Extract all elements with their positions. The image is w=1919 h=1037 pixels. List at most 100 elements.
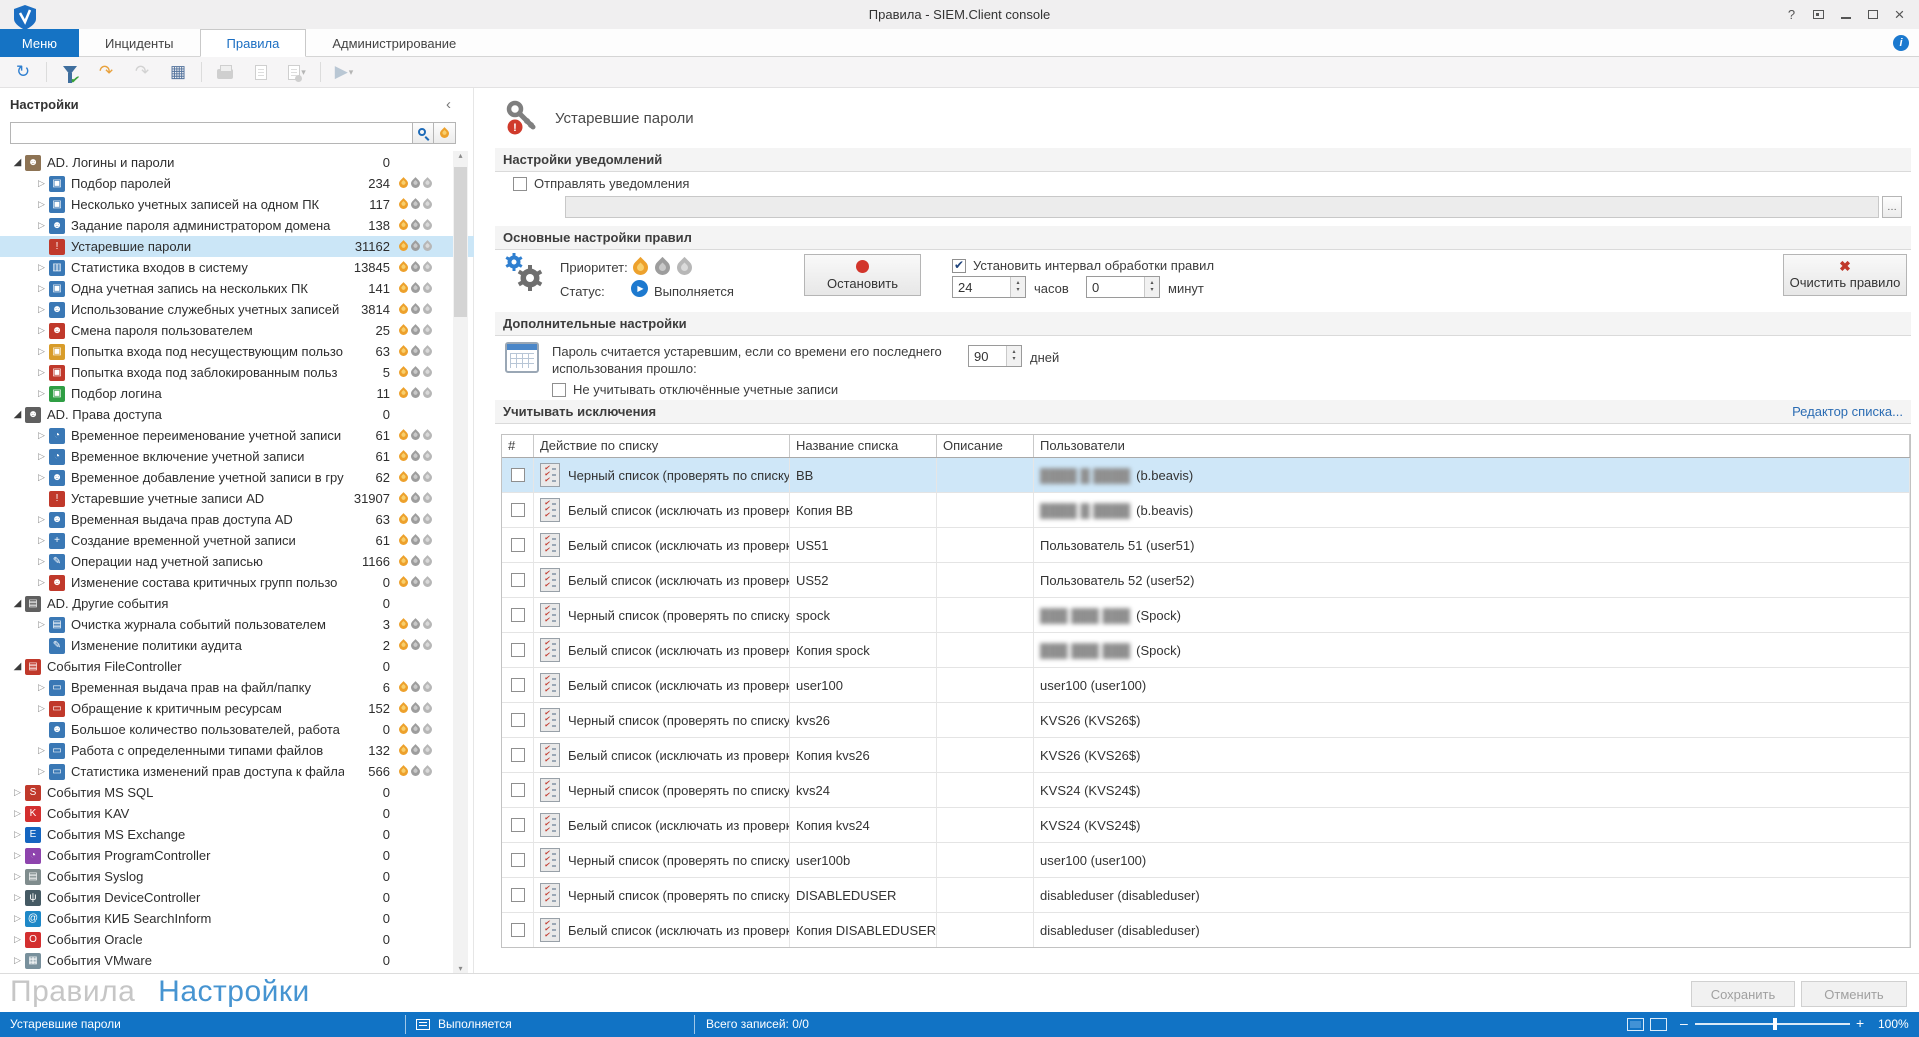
expand-arrow-icon[interactable]: ▷ [34, 283, 49, 294]
tree-item[interactable]: ◢☻AD. Права доступа0 [0, 404, 474, 425]
export-button[interactable]: ▾ [284, 60, 310, 84]
tree-item[interactable]: ◢☻AD. Логины и пароли0 [0, 152, 474, 173]
column-header[interactable]: # [502, 435, 534, 457]
tree-item[interactable]: ▷KСобытия KAV0 [0, 803, 474, 824]
send-notifications-checkbox[interactable] [513, 177, 527, 191]
expand-arrow-icon[interactable]: ▷ [34, 220, 49, 231]
row-checkbox[interactable] [511, 783, 525, 797]
stop-button[interactable]: Остановить [804, 254, 921, 296]
expand-arrow-icon[interactable]: ▷ [34, 388, 49, 399]
tree-item[interactable]: ▷▤События Syslog0 [0, 866, 474, 887]
hours-stepper[interactable]: ▴▾ [1010, 277, 1025, 297]
column-header[interactable]: Действие по списку [534, 435, 790, 457]
expand-arrow-icon[interactable]: ▷ [34, 178, 49, 189]
view-toggle-card-button[interactable] [1650, 1018, 1667, 1031]
table-row[interactable]: ✔✔✔Черный список (проверять по списку)BB… [502, 458, 1910, 493]
table-row[interactable]: ✔✔✔Белый список (исключать из проверки)U… [502, 528, 1910, 563]
hours-input[interactable]: 24 ▴▾ [952, 276, 1026, 298]
row-checkbox[interactable] [511, 748, 525, 762]
days-stepper[interactable]: ▴▾ [1006, 346, 1021, 366]
column-header[interactable]: Название списка [790, 435, 937, 457]
interval-checkbox[interactable] [952, 259, 966, 273]
tree-item[interactable]: ▷☻Изменение состава критичных групп поль… [0, 572, 474, 593]
row-checkbox[interactable] [511, 503, 525, 517]
close-button[interactable]: × [1886, 0, 1913, 29]
print-button[interactable] [212, 60, 238, 84]
expand-arrow-icon[interactable]: ▷ [34, 430, 49, 441]
expand-arrow-icon[interactable]: ▷ [34, 745, 49, 756]
tree-item[interactable]: ▷▭Статистика изменений прав доступа к фа… [0, 761, 474, 782]
expand-arrow-icon[interactable]: ▷ [10, 850, 25, 861]
tree-item[interactable]: ▷+Создание временной учетной записи61 [0, 530, 474, 551]
expand-arrow-icon[interactable]: ▷ [34, 535, 49, 546]
table-row[interactable]: ✔✔✔Белый список (исключать из проверки)К… [502, 808, 1910, 843]
expand-arrow-icon[interactable]: ▷ [34, 325, 49, 336]
collapse-arrow-icon[interactable]: ◢ [10, 409, 25, 420]
help-button[interactable]: ? [1778, 0, 1805, 29]
popout-button[interactable] [1805, 0, 1832, 29]
save-button[interactable]: Сохранить [1691, 981, 1795, 1007]
tree-item[interactable]: !Устаревшие пароли31162 [0, 236, 474, 257]
tree-item[interactable]: ▷SСобытия MS SQL0 [0, 782, 474, 803]
tree-item[interactable]: ▷▭Обращение к критичным ресурсам152 [0, 698, 474, 719]
print-preview-button[interactable] [248, 60, 274, 84]
tree-item[interactable]: ▷▭Временная выдача прав на файл/папку6 [0, 677, 474, 698]
tree-item[interactable]: ▷☻Временное добавление учетной записи в … [0, 467, 474, 488]
table-row[interactable]: ✔✔✔Белый список (исключать из проверки)U… [502, 563, 1910, 598]
table-row[interactable]: ✔✔✔Черный список (проверять по списку)DI… [502, 878, 1910, 913]
tree-item[interactable]: ◢▤События FileController0 [0, 656, 474, 677]
expand-arrow-icon[interactable]: ▷ [10, 892, 25, 903]
tree-item[interactable]: ▷▣Несколько учетных записей на одном ПК1… [0, 194, 474, 215]
tree-item[interactable]: !Устаревшие учетные записи AD31907 [0, 488, 474, 509]
expand-arrow-icon[interactable]: ▷ [34, 262, 49, 273]
expand-arrow-icon[interactable]: ▷ [10, 934, 25, 945]
row-checkbox[interactable] [511, 573, 525, 587]
table-row[interactable]: ✔✔✔Белый список (исключать из проверки)К… [502, 493, 1910, 528]
collapse-arrow-icon[interactable]: ◢ [10, 157, 25, 168]
tree-item[interactable]: ▷▣Подбор логина11 [0, 383, 474, 404]
row-checkbox[interactable] [511, 678, 525, 692]
expand-arrow-icon[interactable]: ▷ [34, 367, 49, 378]
column-header[interactable]: Пользователи [1034, 435, 1910, 457]
expand-arrow-icon[interactable]: ▷ [34, 451, 49, 462]
minutes-input[interactable]: 0 ▴▾ [1086, 276, 1160, 298]
expand-arrow-icon[interactable]: ▷ [34, 766, 49, 777]
tree-item[interactable]: ▷☻Смена пароля пользователем25 [0, 320, 474, 341]
tree-item[interactable]: ▷ψСобытия DeviceController0 [0, 887, 474, 908]
tab-incidents[interactable]: Инциденты [79, 29, 200, 57]
expand-arrow-icon[interactable]: ▷ [10, 913, 25, 924]
expand-arrow-icon[interactable]: ▷ [10, 808, 25, 819]
search-input[interactable] [10, 122, 412, 144]
expand-arrow-icon[interactable]: ▷ [10, 829, 25, 840]
priority-flames[interactable] [633, 260, 692, 275]
zoom-out-button[interactable]: – [1680, 1015, 1688, 1031]
minimize-button[interactable] [1832, 0, 1859, 29]
info-icon[interactable]: i [1893, 35, 1909, 51]
maximize-button[interactable] [1859, 0, 1886, 29]
column-header[interactable]: Описание [937, 435, 1034, 457]
scroll-down-icon[interactable]: ▾ [453, 964, 468, 973]
row-checkbox[interactable] [511, 643, 525, 657]
row-checkbox[interactable] [511, 853, 525, 867]
tree-item[interactable]: ▷☻Временная выдача прав доступа AD63 [0, 509, 474, 530]
expand-arrow-icon[interactable]: ▷ [34, 304, 49, 315]
row-checkbox[interactable] [511, 538, 525, 552]
enable-rule-button[interactable]: ↷ [93, 60, 119, 84]
tree-item[interactable]: ▷OСобытия Oracle0 [0, 929, 474, 950]
zoom-slider[interactable] [1695, 1023, 1850, 1025]
expand-arrow-icon[interactable]: ▷ [34, 619, 49, 630]
expand-arrow-icon[interactable]: ▷ [34, 199, 49, 210]
priority-filter-button[interactable] [434, 122, 456, 144]
expand-arrow-icon[interactable]: ▷ [34, 703, 49, 714]
search-button[interactable] [412, 122, 434, 144]
sidebar-scrollbar[interactable]: ▴ ▾ [453, 151, 468, 973]
zoom-in-button[interactable]: + [1856, 1015, 1864, 1031]
tree-item[interactable]: ▷▣Одна учетная запись на нескольких ПК14… [0, 278, 474, 299]
row-checkbox[interactable] [511, 468, 525, 482]
table-row[interactable]: ✔✔✔Черный список (проверять по списку)kv… [502, 773, 1910, 808]
tree-item[interactable]: ▷▥Статистика входов в систему13845 [0, 257, 474, 278]
run-button[interactable]: ▶▾ [331, 60, 357, 84]
list-editor-link[interactable]: Редактор списка... [1792, 404, 1903, 419]
tree-item[interactable]: ▷▭Работа с определенными типами файлов13… [0, 740, 474, 761]
tree-item[interactable]: ▷▣Попытка входа под заблокированным поль… [0, 362, 474, 383]
